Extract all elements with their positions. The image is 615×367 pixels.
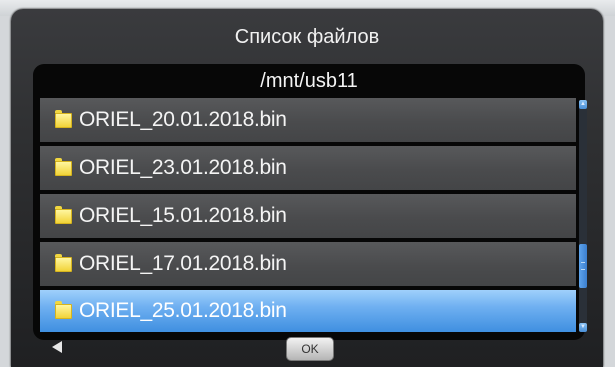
folder-icon (55, 157, 72, 176)
file-name: ORIEL_20.01.2018.bin (79, 108, 287, 131)
dialog-title: Список файлов (234, 26, 380, 48)
arrow-down-icon[interactable]: ▼ (579, 323, 587, 332)
file-list: ORIEL_20.01.2018.bin ORIEL_23.01.2018.bi… (40, 98, 576, 336)
file-list-panel: /mnt/usb11 ORIEL_20.01.2018.bin ORIEL_23… (33, 64, 587, 340)
folder-icon (55, 300, 72, 319)
file-row-selected[interactable]: ORIEL_25.01.2018.bin (40, 290, 576, 332)
ok-button[interactable]: OK (286, 337, 334, 361)
scrollbar[interactable]: ▲ ▼ (579, 100, 587, 332)
file-row[interactable]: ORIEL_20.01.2018.bin (40, 98, 576, 142)
file-name: ORIEL_15.01.2018.bin (79, 204, 287, 227)
arrow-left-icon[interactable] (52, 341, 62, 353)
file-name: ORIEL_17.01.2018.bin (79, 252, 287, 275)
file-row[interactable]: ORIEL_23.01.2018.bin (40, 146, 576, 190)
current-path: /mnt/usb11 (260, 70, 358, 92)
folder-icon (55, 253, 72, 272)
folder-icon (55, 109, 72, 128)
folder-icon (55, 205, 72, 224)
file-row[interactable]: ORIEL_17.01.2018.bin (40, 242, 576, 286)
scroll-thumb[interactable] (579, 244, 587, 288)
file-row[interactable]: ORIEL_15.01.2018.bin (40, 194, 576, 238)
file-name: ORIEL_23.01.2018.bin (79, 156, 287, 179)
arrow-up-icon[interactable]: ▲ (579, 100, 587, 109)
file-list-dialog: Список файлов /mnt/usb11 ORIEL_20.01.201… (11, 9, 603, 367)
file-name: ORIEL_25.01.2018.bin (79, 299, 287, 322)
